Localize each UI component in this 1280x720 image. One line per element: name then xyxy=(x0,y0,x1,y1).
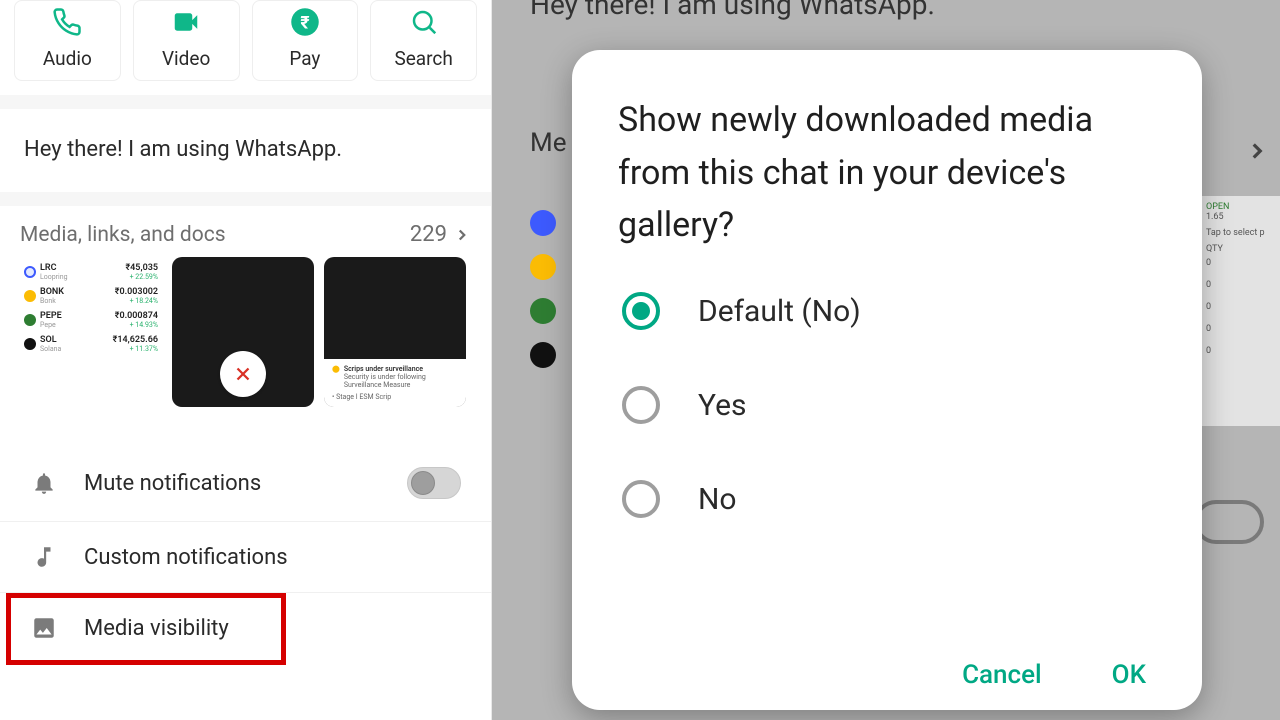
bg-media-text: Me xyxy=(530,128,567,158)
media-visibility-dialog: Show newly downloaded media from this ch… xyxy=(572,50,1202,710)
custom-notif-label: Custom notifications xyxy=(84,545,461,570)
option-default-label: Default (No) xyxy=(698,294,861,329)
settings-list: Mute notifications Custom notifications … xyxy=(0,445,491,663)
cancel-button[interactable]: Cancel xyxy=(962,660,1042,690)
option-yes-label: Yes xyxy=(698,388,746,423)
custom-notifications-row[interactable]: Custom notifications xyxy=(0,521,491,592)
rupee-icon: ₹ xyxy=(290,7,320,41)
radio-icon xyxy=(622,386,660,424)
video-label: Video xyxy=(162,47,210,70)
audio-call-button[interactable]: Audio xyxy=(14,0,121,81)
pay-button[interactable]: ₹ Pay xyxy=(252,0,359,81)
phone-icon xyxy=(52,7,82,41)
option-no[interactable]: No xyxy=(622,480,1156,518)
video-call-button[interactable]: Video xyxy=(133,0,240,81)
mute-notifications-row[interactable]: Mute notifications xyxy=(0,445,491,521)
video-icon xyxy=(171,7,201,41)
ok-button[interactable]: OK xyxy=(1112,660,1146,690)
bg-coin-dots xyxy=(530,210,556,368)
action-row: Audio Video ₹ Pay Search xyxy=(0,0,491,95)
section-divider xyxy=(0,192,491,206)
bg-about-text: Hey there! I am using WhatsApp. xyxy=(530,0,935,21)
radio-selected-icon xyxy=(622,292,660,330)
dialog-actions: Cancel OK xyxy=(618,660,1156,690)
surveillance-card: ⬤ Scrips under surveillance Security is … xyxy=(324,359,466,407)
bg-partial-card: OPEN 1.65 Tap to select p QTY 0 0 0 0 0 xyxy=(1200,196,1280,426)
mute-toggle[interactable] xyxy=(407,467,461,499)
section-divider xyxy=(0,95,491,109)
media-thumbnails[interactable]: LRCLoopring₹45,035+ 22.59% BONKBonk₹0.00… xyxy=(20,257,471,423)
option-default[interactable]: Default (No) xyxy=(622,292,1156,330)
pay-label: Pay xyxy=(289,47,320,70)
bg-toggle-partial xyxy=(1194,500,1264,544)
media-thumb[interactable] xyxy=(172,257,314,407)
option-no-label: No xyxy=(698,482,737,517)
close-icon xyxy=(220,351,266,397)
media-thumb[interactable]: ⬤ Scrips under surveillance Security is … xyxy=(324,257,466,407)
chevron-right-icon xyxy=(453,226,471,244)
search-icon xyxy=(409,7,439,41)
radio-icon xyxy=(622,480,660,518)
dialog-title: Show newly downloaded media from this ch… xyxy=(618,94,1156,252)
chevron-right-icon xyxy=(1244,138,1270,168)
dialog-options: Default (No) Yes No xyxy=(618,292,1156,518)
music-note-icon xyxy=(30,544,58,570)
dialog-backdrop: Hey there! I am using WhatsApp. Me OPEN … xyxy=(492,0,1280,720)
media-thumb[interactable]: LRCLoopring₹45,035+ 22.59% BONKBonk₹0.00… xyxy=(20,257,162,407)
media-header[interactable]: Media, links, and docs 229 xyxy=(20,222,471,257)
contact-info-pane: Audio Video ₹ Pay Search Hey there! I am… xyxy=(0,0,492,720)
media-count-value: 229 xyxy=(410,222,447,247)
media-title: Media, links, and docs xyxy=(20,223,226,247)
about-text[interactable]: Hey there! I am using WhatsApp. xyxy=(0,109,491,192)
media-links-docs-section[interactable]: Media, links, and docs 229 LRCLoopring₹4… xyxy=(0,206,491,431)
search-button[interactable]: Search xyxy=(370,0,477,81)
audio-label: Audio xyxy=(43,47,92,70)
mute-label: Mute notifications xyxy=(84,471,381,496)
tutorial-highlight xyxy=(6,593,286,665)
bell-icon xyxy=(30,470,58,496)
search-label: Search xyxy=(394,47,452,70)
option-yes[interactable]: Yes xyxy=(622,386,1156,424)
media-count: 229 xyxy=(410,222,471,247)
svg-text:₹: ₹ xyxy=(300,13,309,33)
warning-icon: ⬤ xyxy=(332,365,340,373)
